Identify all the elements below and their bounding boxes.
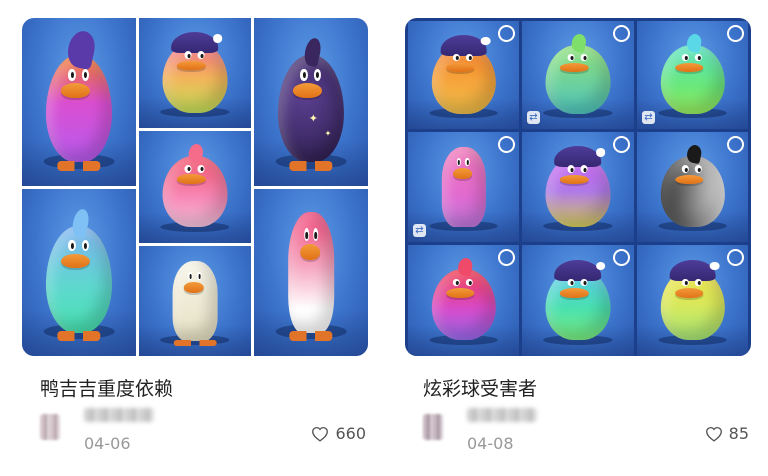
like-count: 660 [335,424,366,443]
duck-tile-aqua [22,189,136,356]
like-count: 85 [728,424,749,443]
duck-tile-purple-punk [22,18,136,186]
circle-select-icon[interactable] [613,249,630,266]
author-avatar[interactable] [423,414,443,440]
duck-tile-wizard-rainbow [139,18,251,128]
duck-tile-teal-green: ⇄ [637,21,748,129]
circle-select-icon[interactable] [498,136,515,153]
duck-tile-pink-tall: ⇄ [408,132,519,242]
circle-select-icon[interactable] [727,25,744,42]
circle-select-icon[interactable] [613,25,630,42]
circle-select-icon[interactable] [727,136,744,153]
like-button[interactable]: 85 [705,424,749,443]
swap-icon[interactable]: ⇄ [413,224,426,237]
swap-icon[interactable]: ⇄ [642,111,655,124]
heart-outline-icon[interactable] [705,426,723,442]
circle-select-icon[interactable] [727,249,744,266]
duck-tile-yellow-wizard [637,245,748,356]
post-date: 04-06 [84,434,131,453]
circle-select-icon[interactable] [498,25,515,42]
post-date: 04-08 [467,434,514,453]
circle-select-icon[interactable] [498,249,515,266]
post-image-grid[interactable]: ⇄ ⇄ ⇄ [405,18,751,356]
duck-tile-black-white [637,132,748,242]
duck-tile-green-angry: ⇄ [522,21,634,129]
author-name-redacted[interactable] [84,408,154,422]
duck-tile-purple-wizard [522,132,634,242]
author-avatar[interactable] [40,414,60,440]
author-name-redacted[interactable] [467,408,537,422]
post-title[interactable]: 鸭吉吉重度依赖 [40,374,173,401]
duck-tile-starry-night: ✦ ✦ [254,18,368,186]
post-title[interactable]: 炫彩球受害者 [423,374,537,401]
circle-select-icon[interactable] [613,136,630,153]
swap-icon[interactable]: ⇄ [527,111,540,124]
duck-tile-strawberry-milk [254,189,368,356]
duck-tile-aqua-wizard [522,245,634,356]
duck-tile-orange-wizard [408,21,519,129]
like-button[interactable]: 660 [311,424,366,443]
heart-outline-icon[interactable] [311,426,329,442]
duck-tile-pink [139,131,251,243]
post-image-collage[interactable]: ✦ ✦ [22,18,368,356]
duck-tile-red-violet [408,245,519,356]
duck-tile-white-costume [139,246,251,356]
